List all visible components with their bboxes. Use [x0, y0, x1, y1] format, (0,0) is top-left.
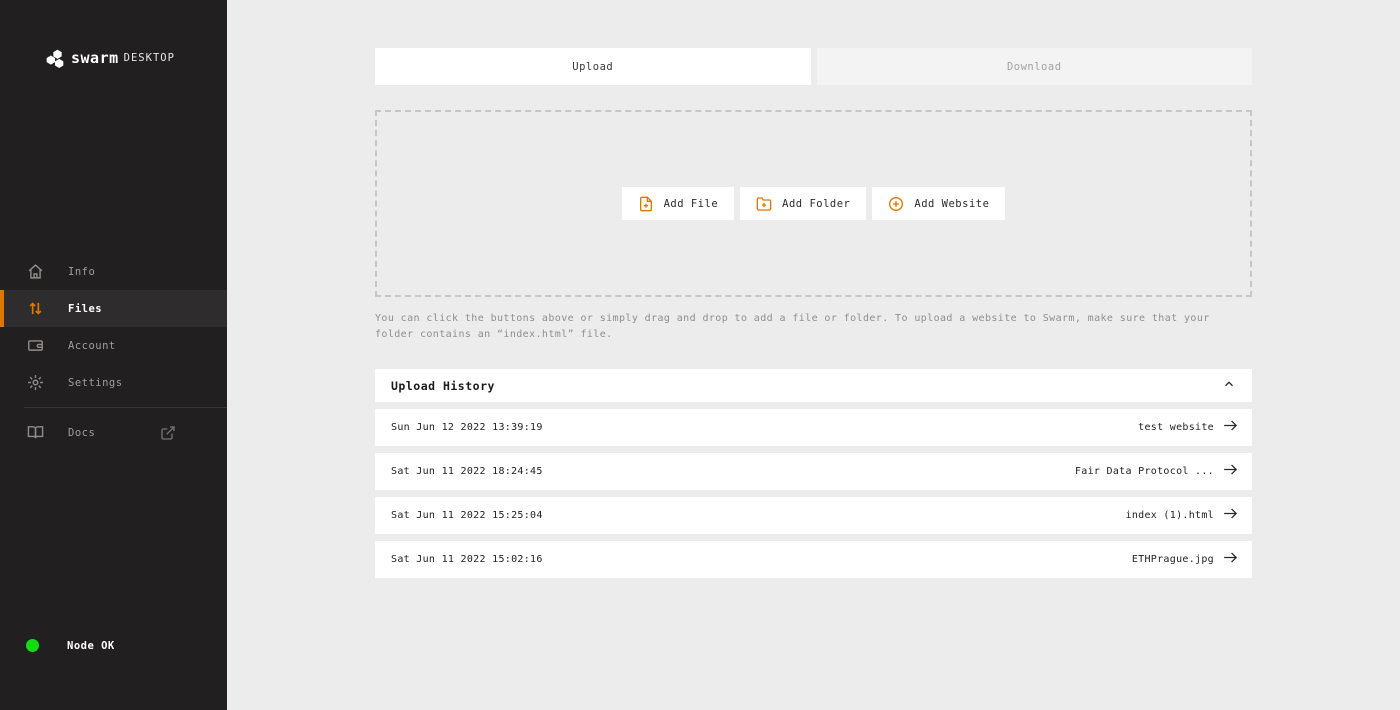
upload-history: Upload History Sun Jun 12 2022 13:39:19 …	[375, 369, 1252, 578]
history-row-timestamp: Sat Jun 11 2022 18:24:45	[391, 466, 543, 477]
globe-plus-icon	[888, 196, 904, 212]
folder-plus-icon	[756, 196, 772, 212]
sidebar-divider	[24, 407, 227, 408]
gear-icon	[27, 374, 44, 391]
sidebar-item-label: Account	[68, 340, 116, 352]
dropzone-hint: You can click the buttons above or simpl…	[375, 311, 1252, 343]
sidebar-item-docs[interactable]: Docs	[0, 414, 227, 451]
dropzone[interactable]: Add File Add Folder	[375, 110, 1252, 297]
status-dot	[26, 639, 39, 652]
brand-name: swarm	[71, 49, 119, 67]
sidebar-nav: Info Files Account	[0, 253, 227, 451]
add-folder-button[interactable]: Add Folder	[740, 187, 866, 220]
arrow-right-icon[interactable]	[1222, 417, 1239, 438]
history-row[interactable]: Sat Jun 11 2022 15:25:04 index (1).html	[375, 497, 1252, 534]
tab-upload[interactable]: Upload	[375, 48, 811, 85]
history-row-filename: test website	[1138, 422, 1214, 433]
history-row-timestamp: Sat Jun 11 2022 15:25:04	[391, 510, 543, 521]
add-folder-label: Add Folder	[782, 198, 850, 210]
tab-download[interactable]: Download	[817, 48, 1253, 85]
home-icon	[27, 263, 44, 280]
dropzone-buttons: Add File Add Folder	[622, 187, 1006, 220]
upload-history-header[interactable]: Upload History	[375, 369, 1252, 402]
history-row-right: test website	[1138, 417, 1239, 438]
history-row-filename: Fair Data Protocol ...	[1075, 466, 1214, 477]
content-column: Upload Download Add File	[375, 0, 1252, 578]
add-website-label: Add Website	[914, 198, 989, 210]
swarm-logo-icon	[45, 48, 65, 68]
history-row-right: Fair Data Protocol ...	[1075, 461, 1239, 482]
history-row[interactable]: Sat Jun 11 2022 15:02:16 ETHPrague.jpg	[375, 541, 1252, 578]
wallet-icon	[27, 337, 44, 354]
history-row-filename: index (1).html	[1126, 510, 1215, 521]
add-website-button[interactable]: Add Website	[872, 187, 1005, 220]
history-row-right: ETHPrague.jpg	[1132, 549, 1239, 570]
sidebar-item-account[interactable]: Account	[0, 327, 227, 364]
history-row-timestamp: Sun Jun 12 2022 13:39:19	[391, 422, 543, 433]
history-row[interactable]: Sat Jun 11 2022 18:24:45 Fair Data Proto…	[375, 453, 1252, 490]
upload-history-title: Upload History	[391, 379, 495, 393]
add-file-button[interactable]: Add File	[622, 187, 735, 220]
history-row-right: index (1).html	[1126, 505, 1240, 526]
tab-bar: Upload Download	[375, 48, 1252, 85]
sidebar-item-label: Docs	[68, 427, 95, 439]
node-status: Node OK	[26, 639, 115, 652]
sidebar-item-label: Files	[68, 303, 102, 315]
external-link-icon	[160, 425, 176, 441]
book-icon	[27, 424, 44, 441]
app-logo: swarm DESKTOP	[45, 48, 175, 68]
sidebar-item-label: Info	[68, 266, 95, 278]
app-window: swarm DESKTOP Info Files	[0, 0, 1400, 710]
sidebar-item-settings[interactable]: Settings	[0, 364, 227, 401]
arrow-right-icon[interactable]	[1222, 549, 1239, 570]
file-plus-icon	[638, 196, 654, 212]
transfer-icon	[27, 300, 44, 317]
main-area: Upload Download Add File	[227, 0, 1400, 710]
arrow-right-icon[interactable]	[1222, 505, 1239, 526]
sidebar-item-files[interactable]: Files	[0, 290, 227, 327]
sidebar-item-info[interactable]: Info	[0, 253, 227, 290]
node-status-label: Node OK	[67, 640, 115, 652]
sidebar: swarm DESKTOP Info Files	[0, 0, 227, 710]
history-row-filename: ETHPrague.jpg	[1132, 554, 1214, 565]
chevron-up-icon[interactable]	[1222, 376, 1236, 395]
history-row-timestamp: Sat Jun 11 2022 15:02:16	[391, 554, 543, 565]
arrow-right-icon[interactable]	[1222, 461, 1239, 482]
sidebar-item-label: Settings	[68, 377, 123, 389]
add-file-label: Add File	[664, 198, 719, 210]
history-row[interactable]: Sun Jun 12 2022 13:39:19 test website	[375, 409, 1252, 446]
brand-suffix: DESKTOP	[124, 52, 175, 64]
